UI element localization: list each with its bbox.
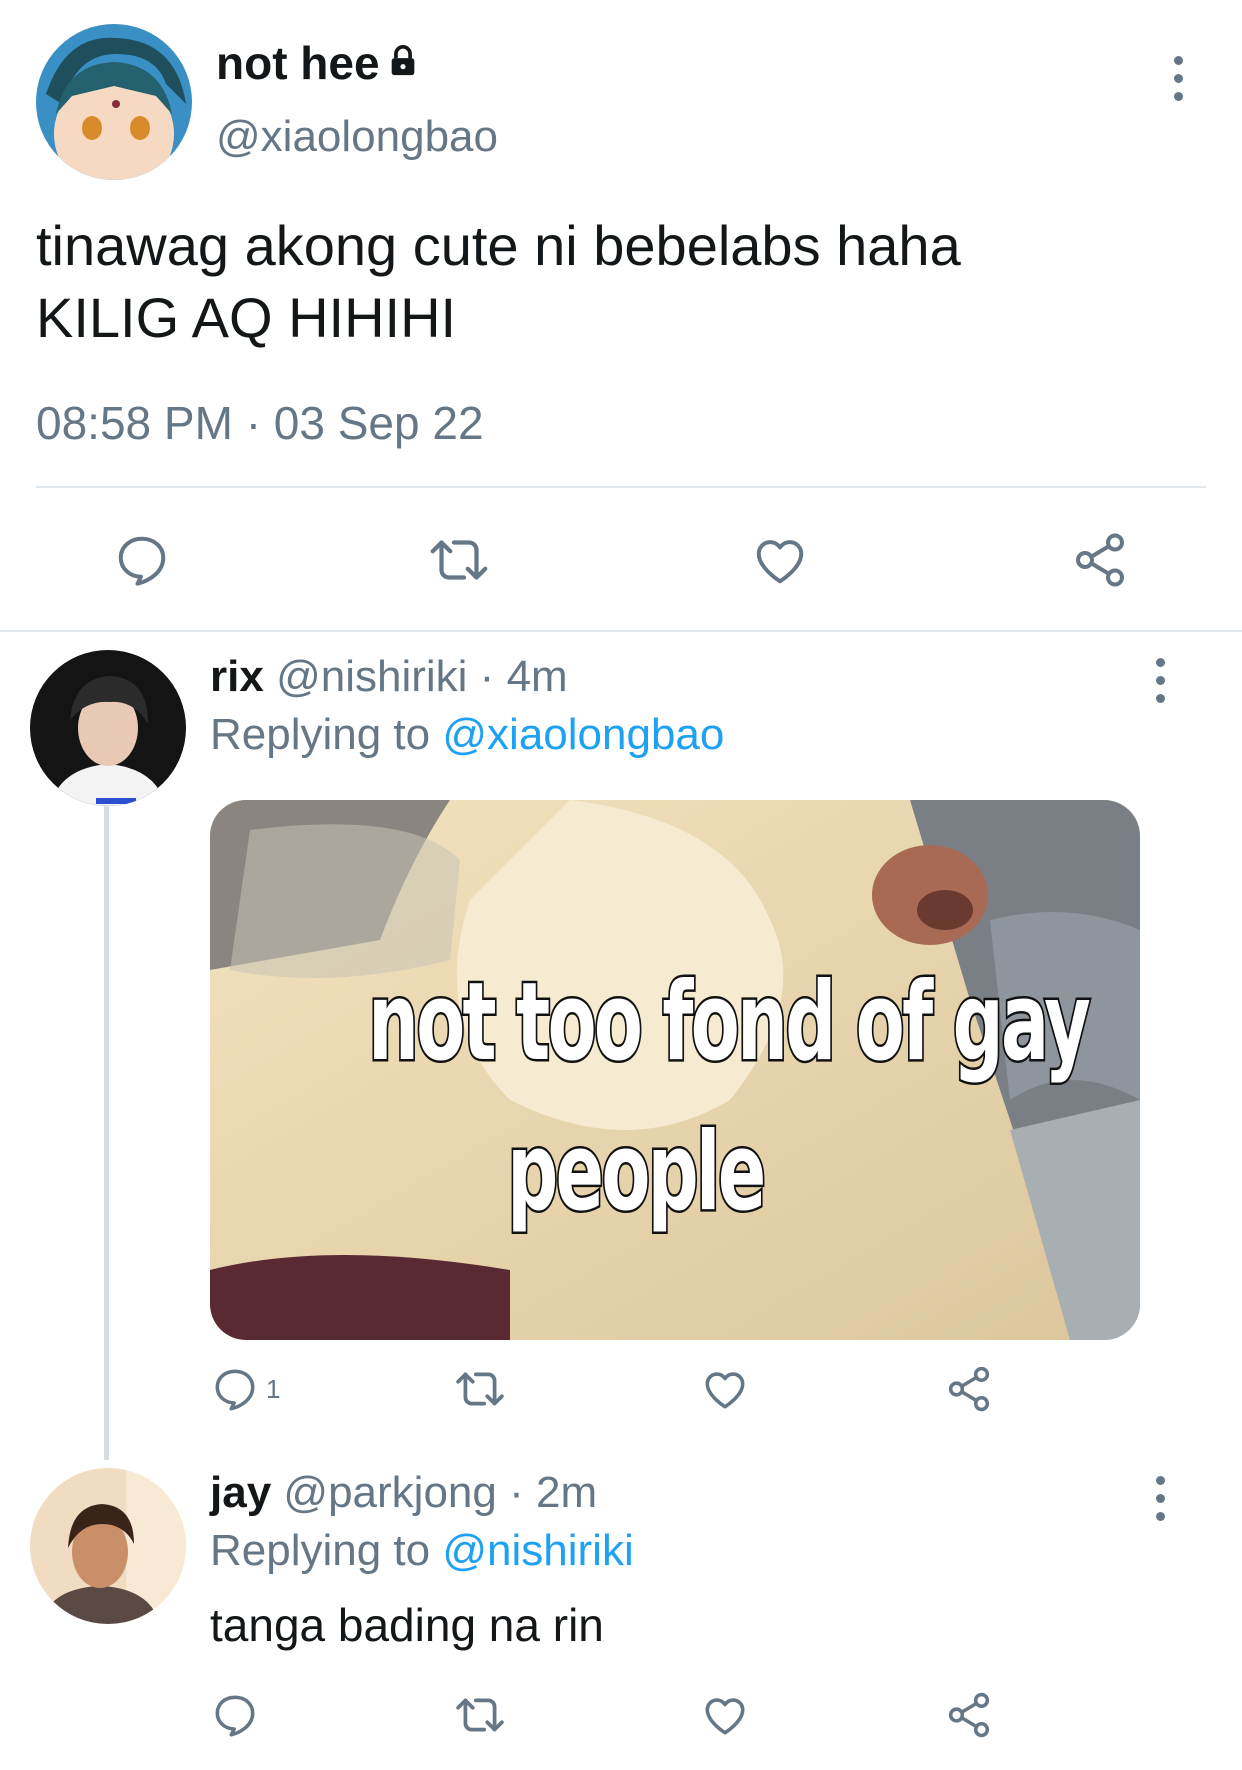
thread-line xyxy=(104,800,109,1460)
reply2-display-name[interactable]: jay xyxy=(210,1468,271,1517)
reply2-header: jay @parkjong · 2m xyxy=(210,1468,597,1518)
section-divider xyxy=(0,630,1242,632)
retweet-button[interactable] xyxy=(426,530,492,590)
reply-icon xyxy=(210,1690,260,1740)
main-display-name[interactable]: not hee xyxy=(216,36,380,90)
reply1-display-name[interactable]: rix xyxy=(210,652,264,701)
share-icon xyxy=(944,1690,994,1740)
reply1-replying-to: Replying to @xiaolongbao xyxy=(210,710,724,760)
reply2-handle[interactable]: @parkjong xyxy=(283,1468,496,1517)
tweet-text-line2: KILIG AQ HIHIHI xyxy=(36,286,457,349)
reply-icon xyxy=(112,530,172,590)
reply1-share-button[interactable] xyxy=(944,1364,994,1414)
reply-icon xyxy=(210,1364,260,1414)
reply1-reply-button[interactable]: 1 xyxy=(210,1364,280,1414)
meme-caption-line2: people xyxy=(506,1108,768,1238)
reply1-header: rix @nishiriki · 4m xyxy=(210,652,568,702)
tweet-text-line1: tinawag akong cute ni bebelabs haha xyxy=(36,214,961,277)
more-icon[interactable] xyxy=(1168,56,1188,101)
reply1-replying-link[interactable]: @xiaolongbao xyxy=(442,710,724,759)
main-handle[interactable]: @xiaolongbao xyxy=(216,112,498,162)
reply1-more-icon[interactable] xyxy=(1150,658,1170,703)
reply2-avatar[interactable] xyxy=(30,1468,186,1624)
reply2-replying-to: Replying to @nishiriki xyxy=(210,1526,634,1576)
reply1-replying-prefix: Replying to xyxy=(210,710,431,759)
reply1-handle[interactable]: @nishiriki xyxy=(276,652,467,701)
meme-caption: not too fond of gay people xyxy=(210,948,1140,1248)
reply1-media-image[interactable]: not too fond of gay people xyxy=(210,800,1140,1340)
retweet-icon xyxy=(452,1690,508,1740)
reply1-avatar[interactable] xyxy=(30,650,186,806)
tweet-text: tinawag akong cute ni bebelabs haha KILI… xyxy=(36,210,961,354)
reply1-like-button[interactable] xyxy=(700,1364,750,1414)
reply2-replying-prefix: Replying to xyxy=(210,1526,431,1575)
meme-caption-line1: not too fond of gay xyxy=(366,958,1092,1088)
reply2-age: 2m xyxy=(535,1468,598,1517)
lock-icon xyxy=(386,44,420,83)
reply1-separator: · xyxy=(479,652,495,701)
reply1-age: 4m xyxy=(506,652,568,701)
timestamp-separator: · xyxy=(245,397,262,449)
reply-button[interactable] xyxy=(112,530,172,590)
reply2-replying-link[interactable]: @nishiriki xyxy=(442,1526,633,1575)
reply2-share-button[interactable] xyxy=(944,1690,994,1740)
like-button[interactable] xyxy=(750,530,810,590)
like-icon xyxy=(700,1364,750,1414)
reply1-reply-count: 1 xyxy=(266,1373,281,1404)
reply2-retweet-button[interactable] xyxy=(452,1690,508,1740)
share-icon xyxy=(1070,530,1130,590)
tweet-timestamp: 08:58 PM · 03 Sep 22 xyxy=(36,396,484,450)
reply2-more-icon[interactable] xyxy=(1150,1476,1170,1521)
main-avatar[interactable] xyxy=(36,24,192,180)
share-button[interactable] xyxy=(1070,530,1130,590)
divider xyxy=(36,486,1206,488)
tweet-date: 03 Sep 22 xyxy=(273,397,484,449)
like-icon xyxy=(750,530,810,590)
retweet-icon xyxy=(426,530,492,590)
reply2-like-button[interactable] xyxy=(700,1690,750,1740)
tweet-time: 08:58 PM xyxy=(36,397,233,449)
reply2-reply-button[interactable] xyxy=(210,1690,260,1740)
reply2-text: tanga bading na rin xyxy=(210,1599,604,1651)
share-icon xyxy=(944,1364,994,1414)
reply1-retweet-button[interactable] xyxy=(452,1364,508,1414)
retweet-icon xyxy=(452,1364,508,1414)
reply2-separator: · xyxy=(509,1468,524,1517)
like-icon xyxy=(700,1690,750,1740)
